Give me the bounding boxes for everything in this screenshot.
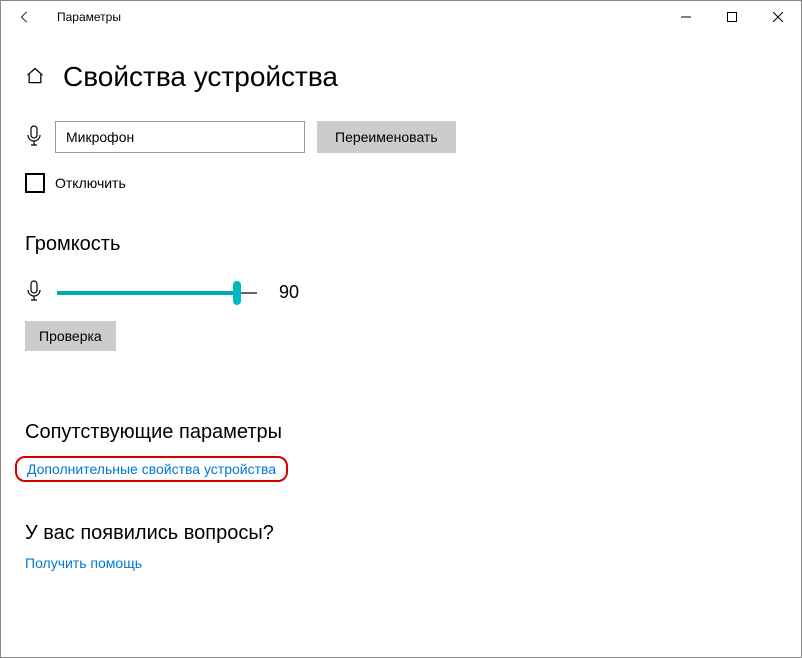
close-button[interactable] bbox=[755, 1, 801, 33]
volume-value: 90 bbox=[279, 282, 299, 303]
highlight-annotation: Дополнительные свойства устройства bbox=[15, 456, 288, 482]
microphone-icon bbox=[25, 280, 43, 305]
device-name-input[interactable] bbox=[55, 121, 305, 153]
minimize-button[interactable] bbox=[663, 1, 709, 33]
disable-label: Отключить bbox=[55, 175, 126, 191]
back-button[interactable] bbox=[9, 1, 41, 33]
related-heading: Сопутствующие параметры bbox=[25, 421, 777, 444]
slider-fill bbox=[57, 291, 237, 295]
help-heading: У вас появились вопросы? bbox=[25, 522, 777, 545]
advanced-properties-link[interactable]: Дополнительные свойства устройства bbox=[27, 461, 276, 477]
page-title: Свойства устройства bbox=[63, 61, 338, 93]
volume-slider[interactable] bbox=[57, 281, 257, 305]
volume-heading: Громкость bbox=[25, 233, 777, 256]
home-icon[interactable] bbox=[25, 66, 45, 89]
slider-thumb[interactable] bbox=[233, 281, 241, 305]
get-help-link[interactable]: Получить помощь bbox=[25, 555, 142, 571]
maximize-button[interactable] bbox=[709, 1, 755, 33]
window-title: Параметры bbox=[57, 10, 121, 24]
test-button[interactable]: Проверка bbox=[25, 321, 116, 351]
microphone-icon bbox=[25, 125, 43, 150]
disable-checkbox[interactable] bbox=[25, 173, 45, 193]
rename-button[interactable]: Переименовать bbox=[317, 121, 456, 153]
window-controls bbox=[663, 1, 801, 33]
